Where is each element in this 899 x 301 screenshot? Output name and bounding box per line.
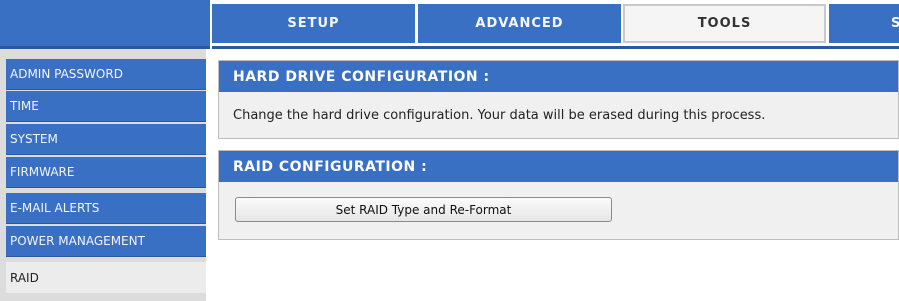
sidebar-item-power-management[interactable]: POWER MANAGEMENT xyxy=(6,226,206,257)
nav-logo-area xyxy=(0,0,210,49)
tab-status[interactable]: S xyxy=(829,4,899,43)
sidebar-item-raid[interactable]: RAID xyxy=(6,262,206,293)
tab-advanced[interactable]: ADVANCED xyxy=(418,4,621,43)
hard-drive-config-description: Change the hard drive configuration. You… xyxy=(219,92,898,138)
hard-drive-config-panel: HARD DRIVE CONFIGURATION : Change the ha… xyxy=(218,60,899,139)
sidebar-item-firmware[interactable]: FIRMWARE xyxy=(6,157,206,188)
sidebar-item-email-alerts[interactable]: E-MAIL ALERTS xyxy=(6,193,206,224)
tab-tools[interactable]: TOOLS xyxy=(623,4,826,43)
raid-config-title: RAID CONFIGURATION : xyxy=(219,151,898,182)
sidebar-item-admin-password[interactable]: ADMIN PASSWORD xyxy=(6,59,206,90)
sidebar-item-system[interactable]: SYSTEM xyxy=(6,124,206,155)
sidebar-item-time[interactable]: TIME xyxy=(6,91,206,122)
set-raid-type-button[interactable]: Set RAID Type and Re-Format xyxy=(235,197,612,222)
raid-config-body: Set RAID Type and Re-Format xyxy=(219,182,898,239)
hard-drive-config-title: HARD DRIVE CONFIGURATION : xyxy=(219,61,898,92)
top-nav-bar: SETUP ADVANCED TOOLS S xyxy=(0,0,899,49)
sidebar-divider xyxy=(206,49,210,301)
tab-setup[interactable]: SETUP xyxy=(212,4,415,43)
nav-divider xyxy=(212,46,899,49)
raid-config-panel: RAID CONFIGURATION : Set RAID Type and R… xyxy=(218,150,899,240)
